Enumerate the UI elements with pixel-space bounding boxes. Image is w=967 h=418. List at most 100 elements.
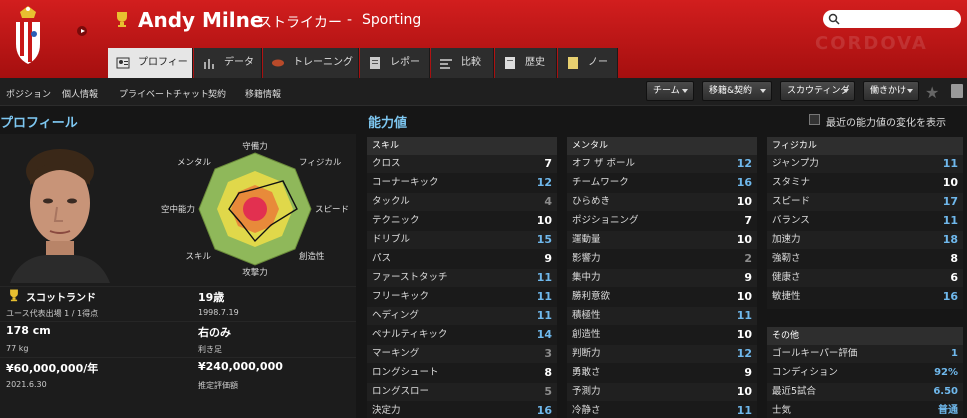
- attribute-value: 10: [736, 385, 752, 398]
- attribute-row[interactable]: 敏捷性 16: [767, 288, 963, 306]
- attribute-row[interactable]: ドリブル 15: [367, 231, 557, 249]
- tab-note[interactable]: ノート: [558, 48, 618, 98]
- other-panel-title: その他: [767, 327, 963, 345]
- dropdown-label: チーム: [653, 86, 680, 96]
- attribute-row[interactable]: スピード 17: [767, 193, 963, 211]
- bar-chart-icon: [204, 59, 214, 69]
- attribute-label: クロス: [372, 158, 401, 169]
- training-ball-icon: [272, 59, 284, 67]
- dropdown-label: スカウティング: [787, 86, 850, 96]
- radar-label-attack: 攻撃力: [242, 267, 268, 278]
- subnav-private-chat[interactable]: プライベートチャット: [119, 87, 209, 100]
- attribute-row[interactable]: ジャンプ力 11: [767, 155, 963, 173]
- attribute-value: 16: [536, 404, 552, 417]
- subnav-contract[interactable]: 契約: [208, 87, 226, 100]
- attribute-row[interactable]: 積極性 11: [567, 307, 757, 325]
- tab-profile[interactable]: プロフィール: [108, 48, 193, 98]
- attribute-row[interactable]: 決定力 16: [367, 402, 557, 418]
- sponsor-watermark: CORDOVA: [815, 33, 928, 54]
- attribute-row[interactable]: 創造性 10: [567, 326, 757, 344]
- recent-change-checkbox[interactable]: [809, 114, 820, 125]
- attribute-row[interactable]: ロングスロー 5: [367, 383, 557, 401]
- info-row: スコットランド 19歳: [0, 286, 356, 304]
- attribute-row[interactable]: ポジショニング 7: [567, 212, 757, 230]
- attribute-row[interactable]: チームワーク 16: [567, 174, 757, 192]
- tab-history[interactable]: 歴史: [495, 48, 557, 78]
- transfer-contract-dropdown[interactable]: 移籍&契約: [702, 81, 772, 101]
- attribute-row[interactable]: ファーストタッチ 11: [367, 269, 557, 287]
- star-icon[interactable]: ★: [925, 83, 939, 102]
- nav-arrow-button[interactable]: [77, 26, 87, 36]
- attribute-row[interactable]: パス 9: [367, 250, 557, 268]
- scouting-dropdown[interactable]: スカウティング: [780, 81, 855, 101]
- attribute-value: 10: [736, 290, 752, 303]
- approach-dropdown[interactable]: 働きかけ: [863, 81, 919, 101]
- attribute-row[interactable]: 加速力 18: [767, 231, 963, 249]
- nationality[interactable]: スコットランド: [26, 289, 96, 304]
- attribute-label: ファーストタッチ: [372, 272, 448, 283]
- skill-panel-title: スキル: [367, 137, 557, 155]
- attribute-row[interactable]: オフ ザ ボール 12: [567, 155, 757, 173]
- attribute-label: 勇敢さ: [572, 367, 601, 378]
- attribute-value: 4: [544, 195, 552, 208]
- attribute-row[interactable]: 最近5試合 6.50: [767, 383, 963, 401]
- attribute-row[interactable]: スタミナ 10: [767, 174, 963, 192]
- subnav-personal[interactable]: 個人情報: [62, 87, 98, 100]
- attribute-label: 予測力: [572, 386, 601, 397]
- other-panel: その他 ゴールキーパー評価 1 コンディション 92% 最近5試合 6.50 士気 普通: [767, 327, 963, 418]
- attribute-label: 創造性: [572, 329, 601, 340]
- attribute-row[interactable]: 健康さ 6: [767, 269, 963, 287]
- radar-label-mental: メンタル: [177, 158, 212, 168]
- attribute-row[interactable]: バランス 11: [767, 212, 963, 230]
- tab-report[interactable]: レポート: [360, 48, 430, 98]
- attribute-row[interactable]: 判断力 12: [567, 345, 757, 363]
- info-row: ¥60,000,000/年 ¥240,000,000: [0, 357, 356, 375]
- attribute-label: コンディション: [772, 367, 838, 378]
- attribute-row[interactable]: タックル 4: [367, 193, 557, 211]
- attribute-row[interactable]: ヘディング 11: [367, 307, 557, 325]
- player-club[interactable]: Sporting: [362, 12, 421, 28]
- attribute-label: パス: [372, 253, 392, 264]
- attribute-value: 92%: [934, 367, 958, 378]
- attribute-row[interactable]: 運動量 10: [567, 231, 757, 249]
- attribute-row[interactable]: 強靭さ 8: [767, 250, 963, 268]
- attribute-row[interactable]: ゴールキーパー評価 1: [767, 345, 963, 363]
- tab-training[interactable]: トレーニング: [263, 48, 359, 78]
- attribute-row[interactable]: 冷静さ 11: [567, 402, 757, 418]
- search-input[interactable]: [823, 10, 961, 28]
- tab-data[interactable]: データ: [194, 48, 262, 78]
- attribute-label: スタミナ: [772, 177, 811, 188]
- attribute-row[interactable]: コーナーキック 12: [367, 174, 557, 192]
- subnav-transfer[interactable]: 移籍情報: [245, 87, 281, 100]
- attribute-value: 8: [950, 252, 958, 265]
- subnav-position[interactable]: ポジション: [6, 87, 51, 100]
- attribute-row[interactable]: 勇敢さ 9: [567, 364, 757, 382]
- attribute-row[interactable]: マーキング 3: [367, 345, 557, 363]
- player-screen: Andy Milne ストライカー - Sporting CORDOVA プロフ…: [0, 0, 967, 418]
- attribute-label: ジャンプ力: [772, 158, 819, 169]
- attribute-row[interactable]: 集中力 9: [567, 269, 757, 287]
- attribute-row[interactable]: 士気 普通: [767, 402, 963, 418]
- tab-compare[interactable]: 比較: [431, 48, 494, 78]
- attribute-row[interactable]: ひらめき 10: [567, 193, 757, 211]
- tab-label: 比較: [461, 57, 481, 68]
- attribute-row[interactable]: 影響力 2: [567, 250, 757, 268]
- attribute-row[interactable]: クロス 7: [367, 155, 557, 173]
- attribute-row[interactable]: 予測力 10: [567, 383, 757, 401]
- birthdate: 1998.7.19: [198, 308, 239, 317]
- attribute-value: 12: [736, 157, 752, 170]
- attribute-row[interactable]: コンディション 92%: [767, 364, 963, 382]
- attribute-row[interactable]: フリーキック 11: [367, 288, 557, 306]
- document-icon[interactable]: [951, 84, 963, 98]
- attribute-value: 7: [744, 214, 752, 227]
- team-dropdown[interactable]: チーム: [646, 81, 694, 101]
- attribute-value: 11: [536, 290, 552, 303]
- attribute-row[interactable]: ペナルティキック 14: [367, 326, 557, 344]
- wage: ¥60,000,000/年: [6, 362, 99, 375]
- attribute-value: 2: [744, 252, 752, 265]
- attribute-row[interactable]: テクニック 10: [367, 212, 557, 230]
- attribute-value: 11: [942, 157, 958, 170]
- attribute-row[interactable]: ロングシュート 8: [367, 364, 557, 382]
- attribute-row[interactable]: 勝利意欲 10: [567, 288, 757, 306]
- attribute-label: マーキング: [372, 348, 420, 359]
